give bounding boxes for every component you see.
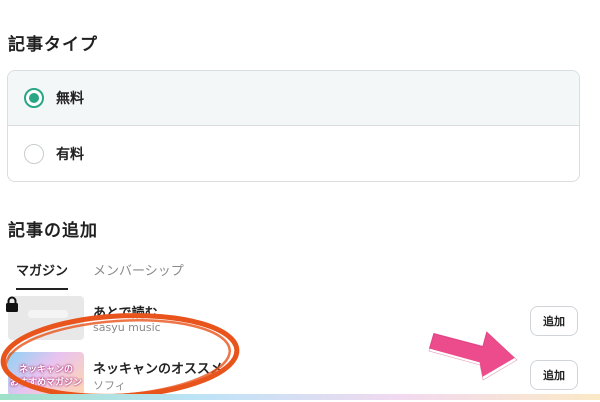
radio-checked-icon[interactable] bbox=[24, 88, 44, 108]
tab-membership[interactable]: メンバーシップ bbox=[93, 260, 184, 288]
thumbnail-text-line1: ネッキャンの bbox=[18, 365, 73, 375]
magazine-thumbnail bbox=[8, 296, 84, 340]
magazine-author: sasyu music bbox=[93, 321, 161, 334]
magazine-thumbnail: ネッキャンの おすすめマガジン bbox=[8, 352, 84, 396]
add-button[interactable]: 追加 bbox=[530, 360, 578, 390]
thumbnail-text-line2: おすすめマガジン bbox=[9, 378, 82, 388]
article-type-heading: 記事タイプ bbox=[8, 35, 98, 55]
radio-label-paid: 有料 bbox=[56, 146, 84, 163]
radio-option-paid[interactable]: 有料 bbox=[8, 126, 579, 181]
magazine-author: ソフィ bbox=[93, 379, 126, 392]
lock-icon bbox=[6, 296, 18, 312]
radio-label-free: 無料 bbox=[56, 91, 84, 107]
add-button[interactable]: 追加 bbox=[530, 306, 578, 336]
radio-option-free[interactable]: 無料 bbox=[8, 71, 579, 126]
add-tabs: マガジン メンバーシップ bbox=[8, 250, 588, 290]
bottom-gradient-bar bbox=[0, 394, 600, 400]
magazine-list-item: あとで読む sasyu music 追加 bbox=[0, 296, 600, 346]
magazine-title: あとで読む bbox=[93, 306, 158, 321]
magazine-title: ネッキャンのオススメ bbox=[93, 362, 224, 377]
article-type-radio-group: 無料 有料 bbox=[7, 70, 580, 182]
radio-unchecked-icon[interactable] bbox=[24, 143, 44, 164]
tab-magazine[interactable]: マガジン bbox=[16, 260, 69, 290]
add-article-heading: 記事の追加 bbox=[8, 221, 98, 241]
